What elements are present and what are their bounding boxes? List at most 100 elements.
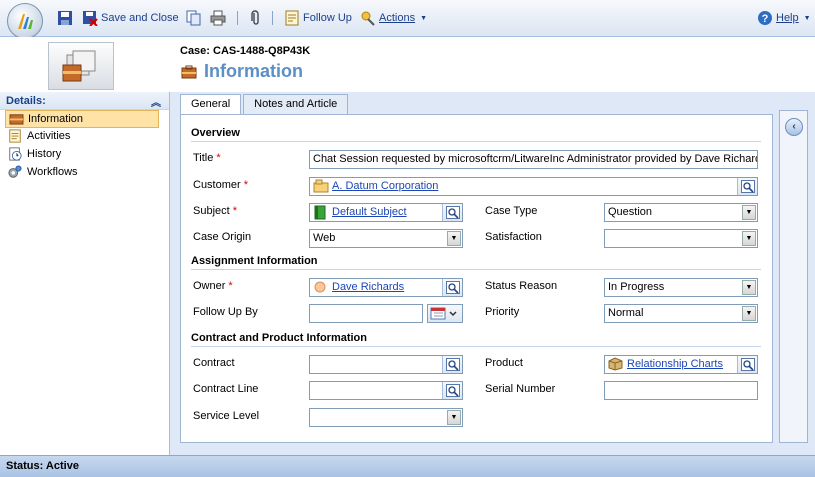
owner-label: Owner *: [193, 280, 233, 292]
subject-label: Subject *: [193, 205, 237, 217]
status-bar: Status: Active: [0, 455, 815, 477]
workflows-icon: [8, 165, 22, 178]
lookup-icon: [741, 358, 755, 371]
information-icon: [9, 114, 24, 125]
case-origin-select[interactable]: Web ▼: [309, 229, 463, 248]
help-label: Help: [776, 12, 799, 24]
contract-line-label: Contract Line: [193, 383, 259, 395]
status-reason-label: Status Reason: [485, 280, 558, 292]
tab-general[interactable]: General: [180, 94, 242, 115]
chevron-down-icon: ▼: [803, 14, 811, 22]
satisfaction-select[interactable]: ▼: [604, 229, 758, 248]
subject-value[interactable]: Default Subject: [332, 206, 407, 218]
service-level-label: Service Level: [193, 410, 260, 422]
dropdown-arrow-icon: ▼: [742, 306, 756, 321]
lookup-button[interactable]: [442, 382, 462, 399]
activities-icon: [9, 129, 21, 143]
lookup-icon: [446, 206, 460, 219]
follow-up-button[interactable]: Follow Up: [284, 9, 352, 27]
nav-item-label: History: [27, 148, 62, 160]
nav-item-information[interactable]: Information: [5, 110, 159, 128]
subject-lookup[interactable]: Default Subject: [309, 203, 463, 222]
nav-item-history[interactable]: History: [5, 146, 159, 164]
customer-value[interactable]: A. Datum Corporation: [332, 180, 438, 192]
save-and-close-label: Save and Close: [101, 12, 179, 24]
satisfaction-label: Satisfaction: [485, 231, 542, 243]
section-overview: Overview: [191, 127, 761, 142]
crm-logo[interactable]: [7, 3, 43, 39]
expand-pane-button[interactable]: ‹: [785, 118, 803, 136]
dropdown-arrow-icon: ▼: [742, 231, 756, 246]
calendar-button[interactable]: [427, 304, 463, 323]
follow-up-label: Follow Up: [303, 12, 352, 24]
related-pane-collapsed: ‹: [779, 110, 808, 443]
actions-label: Actions: [379, 12, 416, 24]
lookup-button[interactable]: [737, 178, 757, 195]
nav-item-activities[interactable]: Activities: [5, 128, 159, 146]
chevron-down-icon: ▼: [420, 14, 428, 22]
status-reason-select[interactable]: In Progress ▼: [604, 278, 758, 297]
customer-label: Customer *: [193, 179, 248, 191]
dropdown-arrow-icon: ▼: [742, 280, 756, 295]
case-type-label: Case Type: [485, 205, 538, 217]
history-icon: [9, 147, 22, 161]
follow-up-by-input[interactable]: [309, 304, 423, 323]
attach-button[interactable]: [248, 9, 264, 27]
owner-lookup[interactable]: Dave Richards: [309, 278, 463, 297]
follow-up-by-label: Follow Up By: [193, 306, 258, 318]
product-lookup[interactable]: Relationship Charts: [604, 355, 758, 374]
product-icon: [608, 357, 623, 371]
customer-lookup[interactable]: A. Datum Corporation: [309, 177, 758, 196]
actions-icon: [361, 11, 375, 26]
lookup-icon: [446, 281, 460, 294]
product-label: Product: [485, 357, 523, 369]
nav-item-label: Workflows: [27, 166, 78, 178]
lookup-icon: [741, 180, 755, 193]
save-icon: [58, 11, 72, 25]
nav-item-label: Activities: [27, 130, 71, 142]
lookup-button[interactable]: [737, 356, 757, 373]
lookup-button[interactable]: [442, 356, 462, 373]
section-contract-product: Contract and Product Information: [191, 332, 761, 347]
calendar-icon: [430, 307, 457, 320]
contract-lookup[interactable]: [309, 355, 463, 374]
save-and-close-button[interactable]: Save and Close: [82, 9, 179, 27]
collapse-icon[interactable]: ︽: [151, 94, 161, 109]
serial-number-input[interactable]: [604, 381, 758, 400]
contract-line-lookup[interactable]: [309, 381, 463, 400]
help-menu[interactable]: ? Help ▼: [757, 9, 811, 27]
actions-menu[interactable]: Actions ▼: [360, 9, 427, 27]
user-icon: [314, 281, 326, 293]
case-type-select[interactable]: Question ▼: [604, 203, 758, 222]
section-assignment: Assignment Information: [191, 255, 761, 270]
form-header: Case: CAS-1488-Q8P43K Information: [170, 37, 815, 92]
tab-notes-and-article[interactable]: Notes and Article: [243, 94, 349, 114]
print-icon: [210, 10, 226, 26]
header-left: [0, 37, 170, 92]
copy-button[interactable]: [186, 9, 202, 27]
page-title: Information: [204, 61, 303, 81]
lookup-button[interactable]: [442, 204, 462, 221]
save-button[interactable]: [57, 9, 73, 27]
owner-value[interactable]: Dave Richards: [332, 281, 404, 293]
toolbar: Save and Close Follow Up Actions ▼ ? Hel…: [0, 0, 815, 39]
help-icon: ?: [758, 11, 772, 25]
nav-item-label: Information: [28, 113, 84, 125]
lookup-button[interactable]: [442, 279, 462, 296]
left-navigation: Details: ︽ Information Activities Histor…: [0, 92, 170, 455]
lookup-icon: [446, 358, 460, 371]
save-close-icon: [83, 11, 98, 26]
form-tabs: General Notes and Article: [180, 94, 350, 115]
product-value[interactable]: Relationship Charts: [627, 358, 723, 370]
paperclip-icon: [251, 10, 259, 25]
case-entity-icon: [48, 42, 114, 90]
nav-header-label: Details:: [6, 95, 46, 107]
follow-up-icon: [285, 10, 299, 26]
toolbar-separator: [272, 11, 273, 25]
print-button[interactable]: [210, 9, 226, 27]
nav-item-workflows[interactable]: Workflows: [5, 164, 159, 182]
service-level-select[interactable]: ▼: [309, 408, 463, 427]
title-input[interactable]: Chat Session requested by microsoftcrm/L…: [309, 150, 758, 169]
priority-select[interactable]: Normal ▼: [604, 304, 758, 323]
priority-label: Priority: [485, 306, 520, 318]
